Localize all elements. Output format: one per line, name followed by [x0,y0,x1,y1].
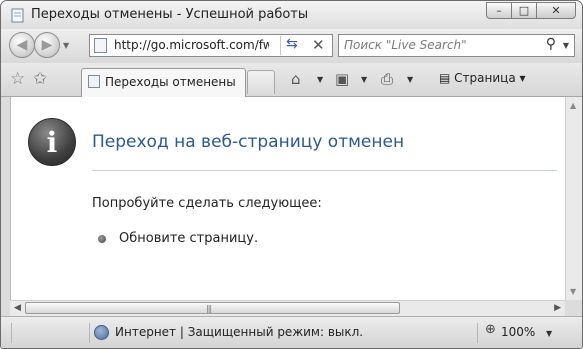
tab-label: Переходы отменены [105,75,236,89]
vertical-scrollbar[interactable]: ▲ ▼ [565,97,582,300]
window-controls: – □ ✕ [486,2,576,19]
suggestion-intro: Попробуйте сделать следующее: [92,196,322,211]
stop-icon[interactable]: ✕ [312,36,325,54]
zoom-icon[interactable]: ⊕ [485,322,496,337]
forward-arrow-icon: ▶ [41,37,53,53]
scrollbar-corner [565,300,582,316]
page-icon: ▤ [439,71,451,85]
tab-bar: ☆ ✩ Переходы отменены ⌂ ▼ ▣ ▼ ⎙ ▼ ▤ Стра… [1,63,582,97]
maximize-icon: □ [518,4,530,17]
print-dropdown-icon[interactable]: ▼ [407,75,413,84]
globe-icon [94,325,109,340]
close-button[interactable]: ✕ [536,2,576,19]
status-separator [11,323,12,343]
address-url[interactable]: http://go.microsoft.com/fwlink/?LinkId=6… [114,38,269,52]
info-icon: i [28,118,76,166]
minimize-button[interactable]: – [486,2,512,19]
maximize-button[interactable]: □ [511,2,537,19]
search-options-dropdown-icon[interactable]: ▼ [563,41,569,50]
address-separator [280,36,281,55]
forward-button[interactable]: ▶ [34,32,60,58]
feeds-icon[interactable]: ▣ [335,70,349,88]
scroll-down-arrow-icon[interactable]: ▼ [570,287,576,296]
browser-window: Переходы отменены - Успешной работы – □ … [0,0,583,349]
page-icon [94,38,107,53]
home-dropdown-icon[interactable]: ▼ [317,75,323,84]
page-menu[interactable]: ▤ Страница ▾ [439,71,526,85]
page-icon [88,75,100,88]
security-zone-text[interactable]: Интернет | Защищенный режим: выкл. [115,325,363,339]
feeds-dropdown-icon[interactable]: ▼ [361,75,367,84]
refresh-icon[interactable]: ⇆ [286,36,298,52]
status-separator [477,323,478,343]
print-icon[interactable]: ⎙ [381,70,393,88]
tab-current[interactable]: Переходы отменены [81,68,246,97]
recent-pages-dropdown-icon[interactable]: ▼ [63,41,69,50]
scroll-left-arrow-icon[interactable]: ◀ [14,303,21,313]
page-menu-label: Страница [454,71,516,85]
bullet-icon [98,235,106,243]
home-icon[interactable]: ⌂ [291,70,301,88]
close-icon: ✕ [551,4,561,17]
zoom-level[interactable]: 100% [501,325,535,339]
status-separator [89,323,90,343]
search-box[interactable]: Поиск "Live Search" ⚲ ▼ [338,34,575,57]
window-title: Переходы отменены - Успешной работы [31,7,309,22]
title-bar: Переходы отменены - Успешной работы – □ … [1,1,582,29]
navigation-bar: ◀ ▶ ▼ http://go.microsoft.com/fwlink/?Li… [1,29,582,63]
horizontal-scroll-thumb[interactable]: ||| [25,302,400,314]
new-tab-button[interactable] [247,70,275,94]
suggestion-item: Обновите страницу. [119,231,259,246]
scroll-up-arrow-icon[interactable]: ▲ [570,101,576,110]
search-placeholder[interactable]: Поиск "Live Search" [344,38,467,52]
address-bar[interactable]: http://go.microsoft.com/fwlink/?LinkId=6… [89,34,333,57]
back-button[interactable]: ◀ [9,32,35,58]
scroll-right-arrow-icon[interactable]: ▶ [554,303,561,313]
minimize-icon: – [496,4,502,17]
add-favorites-icon[interactable]: ✩ [33,69,47,89]
status-bar: Интернет | Защищенный режим: выкл. ⊕ 100… [1,316,582,348]
favorites-star-icon[interactable]: ☆ [10,69,25,89]
page-heading: Переход на веб-страницу отменен [92,132,405,152]
horizontal-scrollbar[interactable]: ◀ ||| ▶ [10,300,565,316]
zoom-dropdown-icon[interactable]: ▼ [546,329,552,338]
grip-icon: ||| [206,304,212,313]
page-icon [11,8,24,23]
chevron-down-icon: ▾ [519,71,526,85]
heading-divider [92,170,557,171]
back-arrow-icon: ◀ [16,37,28,53]
page-content: i Переход на веб-страницу отменен Попроб… [10,97,566,300]
search-icon[interactable]: ⚲ [546,36,556,52]
